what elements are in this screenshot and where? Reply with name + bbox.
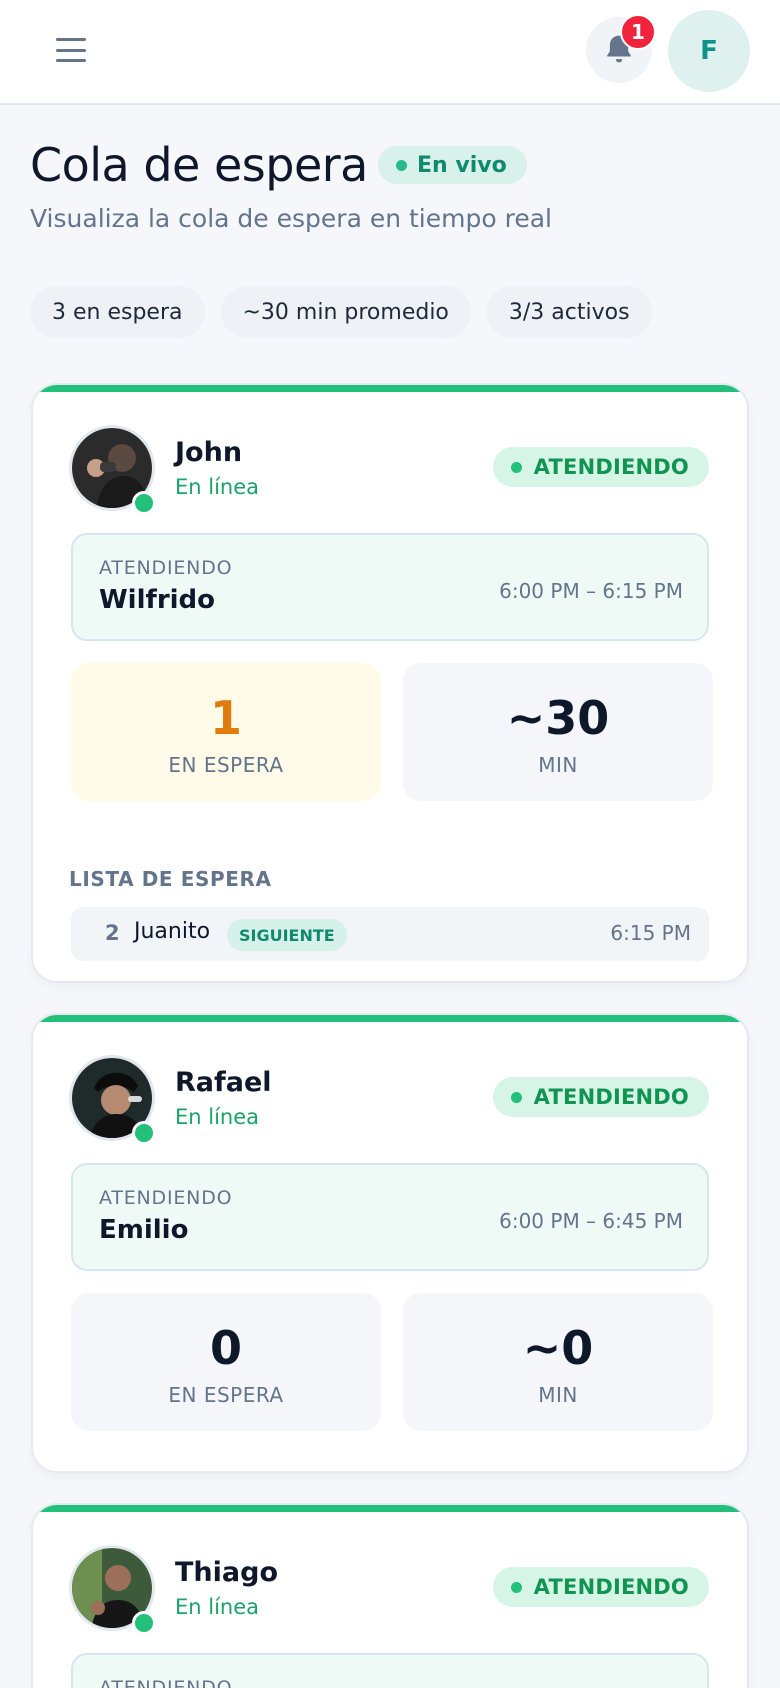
online-indicator-icon: [132, 1121, 156, 1145]
live-badge-label: En vivo: [417, 152, 507, 178]
current-appointment-time: 6:00 PM – 6:15 PM: [499, 579, 683, 603]
status-badge-label: ATENDIENDO: [533, 1085, 689, 1109]
notification-count-badge: 1: [620, 14, 656, 50]
live-dot-icon: [396, 159, 407, 171]
stat-active-barbers: 3/3 activos: [486, 286, 652, 338]
barber-card: Thiago En línea ATENDIENDO ATENDIENDO: [31, 1503, 749, 1688]
stat-average-time: ~30 min promedio: [220, 286, 471, 338]
waiting-count-metric: 0 EN ESPERA: [71, 1293, 381, 1431]
status-dot-icon: [510, 461, 522, 473]
stat-waiting-count: 3 en espera: [30, 286, 205, 338]
barber-online-status: En línea: [175, 475, 260, 499]
waitlist-time: 6:15 PM: [610, 921, 691, 945]
wait-time-label: MIN: [538, 753, 578, 777]
attending-status-badge: ATENDIENDO: [492, 447, 709, 487]
barber-name: Rafael: [175, 1067, 272, 1098]
barber-card: John En línea ATENDIENDO ATENDIENDO Wilf…: [31, 383, 749, 983]
page-title: Cola de espera: [30, 138, 368, 192]
live-badge: En vivo: [378, 146, 527, 184]
waiting-count-label: EN ESPERA: [168, 753, 284, 777]
status-badge-label: ATENDIENDO: [533, 455, 689, 479]
waiting-count-label: EN ESPERA: [168, 1383, 284, 1407]
wait-time-metric: ~0 MIN: [403, 1293, 713, 1431]
wait-time-value: ~30: [506, 691, 610, 745]
waiting-count-value: 0: [209, 1321, 242, 1375]
status-badge-label: ATENDIENDO: [533, 1575, 689, 1599]
waitlist-item[interactable]: 2 Juanito SIGUIENTE 6:15 PM: [71, 907, 709, 961]
current-client-box: ATENDIENDO Wilfrido 6:00 PM – 6:15 PM: [71, 533, 709, 641]
barber-card: Rafael En línea ATENDIENDO ATENDIENDO Em…: [31, 1013, 749, 1473]
barber-name: John: [175, 437, 243, 468]
waitlist-client-name: Juanito: [134, 919, 211, 944]
serving-label: ATENDIENDO: [99, 1677, 233, 1688]
waitlist-title: LISTA DE ESPERA: [69, 867, 272, 891]
next-badge: SIGUIENTE: [227, 919, 347, 951]
attending-status-badge: ATENDIENDO: [492, 1567, 709, 1607]
status-dot-icon: [510, 1581, 522, 1593]
barber-online-status: En línea: [175, 1105, 260, 1129]
status-dot-icon: [510, 1091, 522, 1103]
current-client-name: Emilio: [99, 1215, 189, 1245]
top-bar: 1 F: [0, 0, 780, 105]
current-client-name: Wilfrido: [99, 585, 216, 615]
wait-time-label: MIN: [538, 1383, 578, 1407]
stats-row: 3 en espera ~30 min promedio 3/3 activos: [30, 286, 652, 338]
page-subtitle: Visualiza la cola de espera en tiempo re…: [30, 204, 552, 233]
serving-label: ATENDIENDO: [99, 557, 233, 579]
current-appointment-time: 6:00 PM – 6:45 PM: [499, 1209, 683, 1233]
wait-time-value: ~0: [522, 1321, 594, 1375]
hamburger-menu-icon[interactable]: [50, 32, 92, 68]
serving-label: ATENDIENDO: [99, 1187, 233, 1209]
current-client-box: ATENDIENDO: [71, 1653, 709, 1688]
barber-online-status: En línea: [175, 1595, 260, 1619]
current-client-box: ATENDIENDO Emilio 6:00 PM – 6:45 PM: [71, 1163, 709, 1271]
wait-time-metric: ~30 MIN: [403, 663, 713, 801]
waitlist-position: 2: [105, 921, 120, 945]
online-indicator-icon: [132, 1611, 156, 1635]
online-indicator-icon: [132, 491, 156, 515]
attending-status-badge: ATENDIENDO: [492, 1077, 709, 1117]
user-avatar[interactable]: F: [668, 10, 750, 92]
barber-name: Thiago: [175, 1557, 278, 1588]
waiting-count-value: 1: [209, 691, 242, 745]
waiting-count-metric: 1 EN ESPERA: [71, 663, 381, 801]
